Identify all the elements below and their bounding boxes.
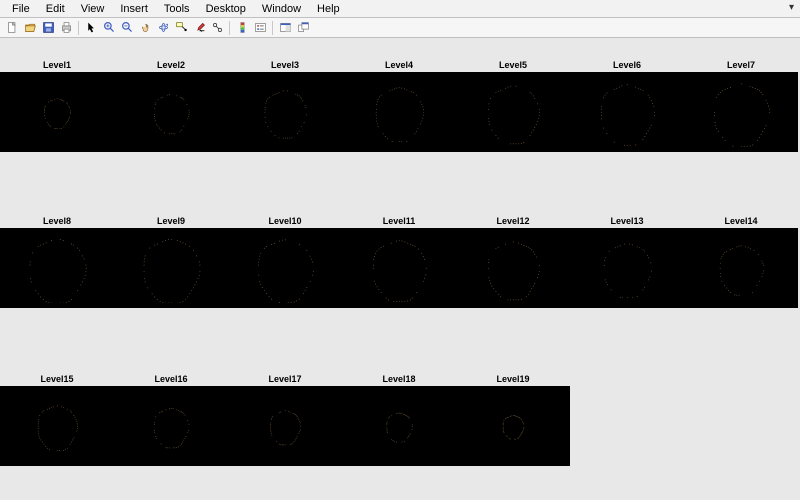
menu-view[interactable]: View — [73, 2, 113, 16]
pan-icon[interactable] — [137, 20, 153, 36]
save-icon[interactable] — [40, 20, 56, 36]
subplot: Level4 — [342, 58, 456, 147]
brush-icon[interactable] — [191, 20, 207, 36]
subplot-image[interactable] — [570, 72, 684, 147]
open-file-icon[interactable] — [22, 20, 38, 36]
subplot-image[interactable] — [684, 228, 798, 303]
subplot-image[interactable] — [342, 228, 456, 303]
new-file-icon[interactable] — [4, 20, 20, 36]
subplot: Level16 — [114, 372, 228, 461]
subplot-title: Level6 — [570, 58, 684, 72]
subplot-image[interactable] — [114, 72, 228, 147]
subplot: Level8 — [0, 214, 114, 303]
subplot: Level3 — [228, 58, 342, 147]
menubar-overflow-icon[interactable]: ▾ — [789, 2, 794, 13]
subplot-image[interactable] — [228, 228, 342, 303]
link-icon[interactable] — [209, 20, 225, 36]
subplot-title: Level13 — [570, 214, 684, 228]
menubar: File Edit View Insert Tools Desktop Wind… — [0, 0, 800, 18]
subplot-title: Level17 — [228, 372, 342, 386]
toolbar-separator — [229, 21, 230, 35]
menu-help[interactable]: Help — [309, 2, 348, 16]
menu-insert[interactable]: Insert — [112, 2, 156, 16]
subplot-title: Level9 — [114, 214, 228, 228]
subplot: Level14 — [684, 214, 798, 303]
pointer-icon[interactable] — [83, 20, 99, 36]
subplot: Level9 — [114, 214, 228, 303]
subplot-title: Level4 — [342, 58, 456, 72]
subplot: Level5 — [456, 58, 570, 147]
subplot-image[interactable] — [684, 72, 798, 147]
hide-tools-icon[interactable] — [277, 20, 293, 36]
menu-window[interactable]: Window — [254, 2, 309, 16]
subplot-image[interactable] — [114, 228, 228, 303]
subplot-title: Level14 — [684, 214, 798, 228]
subplot: Level6 — [570, 58, 684, 147]
rotate3d-icon[interactable] — [155, 20, 171, 36]
subplot-title: Level3 — [228, 58, 342, 72]
toolbar-separator — [272, 21, 273, 35]
subplot-title: Level15 — [0, 372, 114, 386]
subplot-image[interactable] — [456, 228, 570, 303]
subplot-title: Level5 — [456, 58, 570, 72]
subplot-image[interactable] — [570, 228, 684, 303]
subplot-title: Level16 — [114, 372, 228, 386]
subplot-title: Level19 — [456, 372, 570, 386]
subplot-title: Level18 — [342, 372, 456, 386]
subplot: Level1 — [0, 58, 114, 147]
subplot-title: Level8 — [0, 214, 114, 228]
menu-tools[interactable]: Tools — [156, 2, 198, 16]
subplot-image[interactable] — [0, 228, 114, 303]
colorbar-icon[interactable] — [234, 20, 250, 36]
subplot-image[interactable] — [456, 386, 570, 461]
subplot-image[interactable] — [114, 386, 228, 461]
subplot: Level2 — [114, 58, 228, 147]
subplot-title: Level1 — [0, 58, 114, 72]
legend-icon[interactable] — [252, 20, 268, 36]
subplot-title: Level11 — [342, 214, 456, 228]
subplot: Level7 — [684, 58, 798, 147]
subplot-title: Level10 — [228, 214, 342, 228]
subplot: Level13 — [570, 214, 684, 303]
menu-file[interactable]: File — [4, 2, 38, 16]
toolbar-separator — [78, 21, 79, 35]
datacursor-icon[interactable] — [173, 20, 189, 36]
print-icon[interactable] — [58, 20, 74, 36]
subplot: Level11 — [342, 214, 456, 303]
dock-icon[interactable] — [295, 20, 311, 36]
zoom-in-icon[interactable] — [101, 20, 117, 36]
subplot: Level17 — [228, 372, 342, 461]
subplot-title: Level12 — [456, 214, 570, 228]
subplot-image[interactable] — [342, 386, 456, 461]
subplot: Level15 — [0, 372, 114, 461]
subplot-image[interactable] — [0, 72, 114, 147]
menu-edit[interactable]: Edit — [38, 2, 73, 16]
zoom-out-icon[interactable] — [119, 20, 135, 36]
subplot-title: Level2 — [114, 58, 228, 72]
subplot: Level10 — [228, 214, 342, 303]
menu-desktop[interactable]: Desktop — [198, 2, 254, 16]
toolbar — [0, 18, 800, 38]
subplot: Level12 — [456, 214, 570, 303]
subplot: Level19 — [456, 372, 570, 461]
subplot-image[interactable] — [228, 386, 342, 461]
subplot-title: Level7 — [684, 58, 798, 72]
subplot-image[interactable] — [342, 72, 456, 147]
figure-area: Level1Level2Level3Level4Level5Level6Leve… — [0, 38, 800, 500]
subplot-image[interactable] — [0, 386, 114, 461]
subplot-image[interactable] — [456, 72, 570, 147]
subplot-image[interactable] — [228, 72, 342, 147]
subplot: Level18 — [342, 372, 456, 461]
